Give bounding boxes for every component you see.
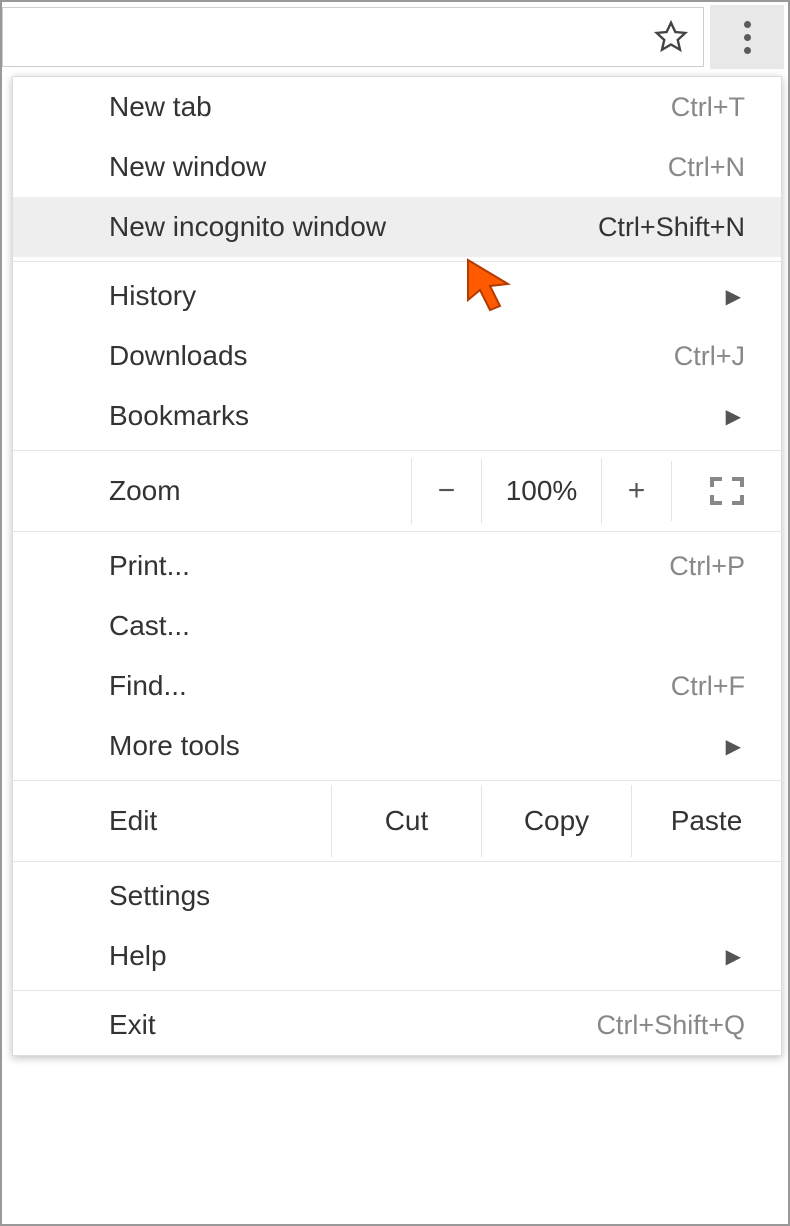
menu-label: Settings — [109, 880, 210, 912]
menu-label: Help — [109, 940, 167, 972]
menu-label: History — [109, 280, 196, 312]
menu-label: Edit — [109, 785, 331, 857]
menu-item-downloads[interactable]: Downloads Ctrl+J — [13, 326, 781, 386]
menu-item-settings[interactable]: Settings — [13, 866, 781, 926]
menu-separator — [13, 780, 781, 781]
chrome-main-menu: New tab Ctrl+T New window Ctrl+N New inc… — [12, 76, 782, 1056]
menu-label: More tools — [109, 730, 240, 762]
menu-item-find[interactable]: Find... Ctrl+F — [13, 656, 781, 716]
submenu-arrow-icon: ▶ — [726, 944, 741, 969]
menu-label: Bookmarks — [109, 400, 249, 432]
zoom-controls: − 100% + — [411, 458, 781, 524]
edit-paste-button[interactable]: Paste — [631, 785, 781, 857]
menu-item-bookmarks[interactable]: Bookmarks ▶ — [13, 386, 781, 446]
chrome-menu-button[interactable] — [710, 5, 784, 69]
menu-shortcut: Ctrl+N — [668, 152, 745, 183]
submenu-arrow-icon: ▶ — [726, 404, 741, 429]
menu-shortcut: Ctrl+J — [674, 341, 745, 372]
menu-shortcut: Ctrl+Shift+N — [598, 212, 745, 243]
fullscreen-button[interactable] — [671, 461, 781, 521]
menu-shortcut: Ctrl+Shift+Q — [596, 1010, 745, 1041]
fullscreen-icon — [710, 477, 744, 505]
menu-shortcut: Ctrl+P — [669, 551, 745, 582]
zoom-value: 100% — [481, 459, 601, 523]
submenu-arrow-icon: ▶ — [726, 734, 741, 759]
menu-item-new-incognito[interactable]: New incognito window Ctrl+Shift+N — [13, 197, 781, 257]
menu-item-history[interactable]: History ▶ — [13, 266, 781, 326]
menu-label: Cast... — [109, 610, 190, 642]
menu-separator — [13, 450, 781, 451]
browser-toolbar — [2, 2, 788, 72]
menu-item-cast[interactable]: Cast... — [13, 596, 781, 656]
menu-label: New incognito window — [109, 211, 386, 243]
menu-label: Exit — [109, 1009, 156, 1041]
menu-shortcut: Ctrl+F — [671, 671, 745, 702]
menu-item-more-tools[interactable]: More tools ▶ — [13, 716, 781, 776]
zoom-out-button[interactable]: − — [411, 458, 481, 524]
menu-label: Downloads — [109, 340, 248, 372]
kebab-menu-icon — [744, 21, 751, 54]
menu-label: Print... — [109, 550, 190, 582]
menu-label: Zoom — [109, 475, 411, 507]
edit-copy-button[interactable]: Copy — [481, 785, 631, 857]
menu-separator — [13, 261, 781, 262]
menu-separator — [13, 531, 781, 532]
menu-label: New window — [109, 151, 266, 183]
address-bar[interactable] — [2, 7, 704, 67]
menu-item-help[interactable]: Help ▶ — [13, 926, 781, 986]
menu-label: New tab — [109, 91, 212, 123]
edit-cut-button[interactable]: Cut — [331, 785, 481, 857]
menu-item-edit: Edit Cut Copy Paste — [13, 785, 781, 857]
menu-shortcut: Ctrl+T — [671, 92, 745, 123]
zoom-in-button[interactable]: + — [601, 458, 671, 524]
menu-item-new-window[interactable]: New window Ctrl+N — [13, 137, 781, 197]
menu-label: Find... — [109, 670, 187, 702]
submenu-arrow-icon: ▶ — [726, 284, 741, 309]
menu-item-print[interactable]: Print... Ctrl+P — [13, 536, 781, 596]
menu-separator — [13, 990, 781, 991]
menu-item-exit[interactable]: Exit Ctrl+Shift+Q — [13, 995, 781, 1055]
menu-item-zoom: Zoom − 100% + — [13, 455, 781, 527]
menu-separator — [13, 861, 781, 862]
menu-item-new-tab[interactable]: New tab Ctrl+T — [13, 77, 781, 137]
bookmark-star-icon[interactable] — [653, 19, 689, 55]
